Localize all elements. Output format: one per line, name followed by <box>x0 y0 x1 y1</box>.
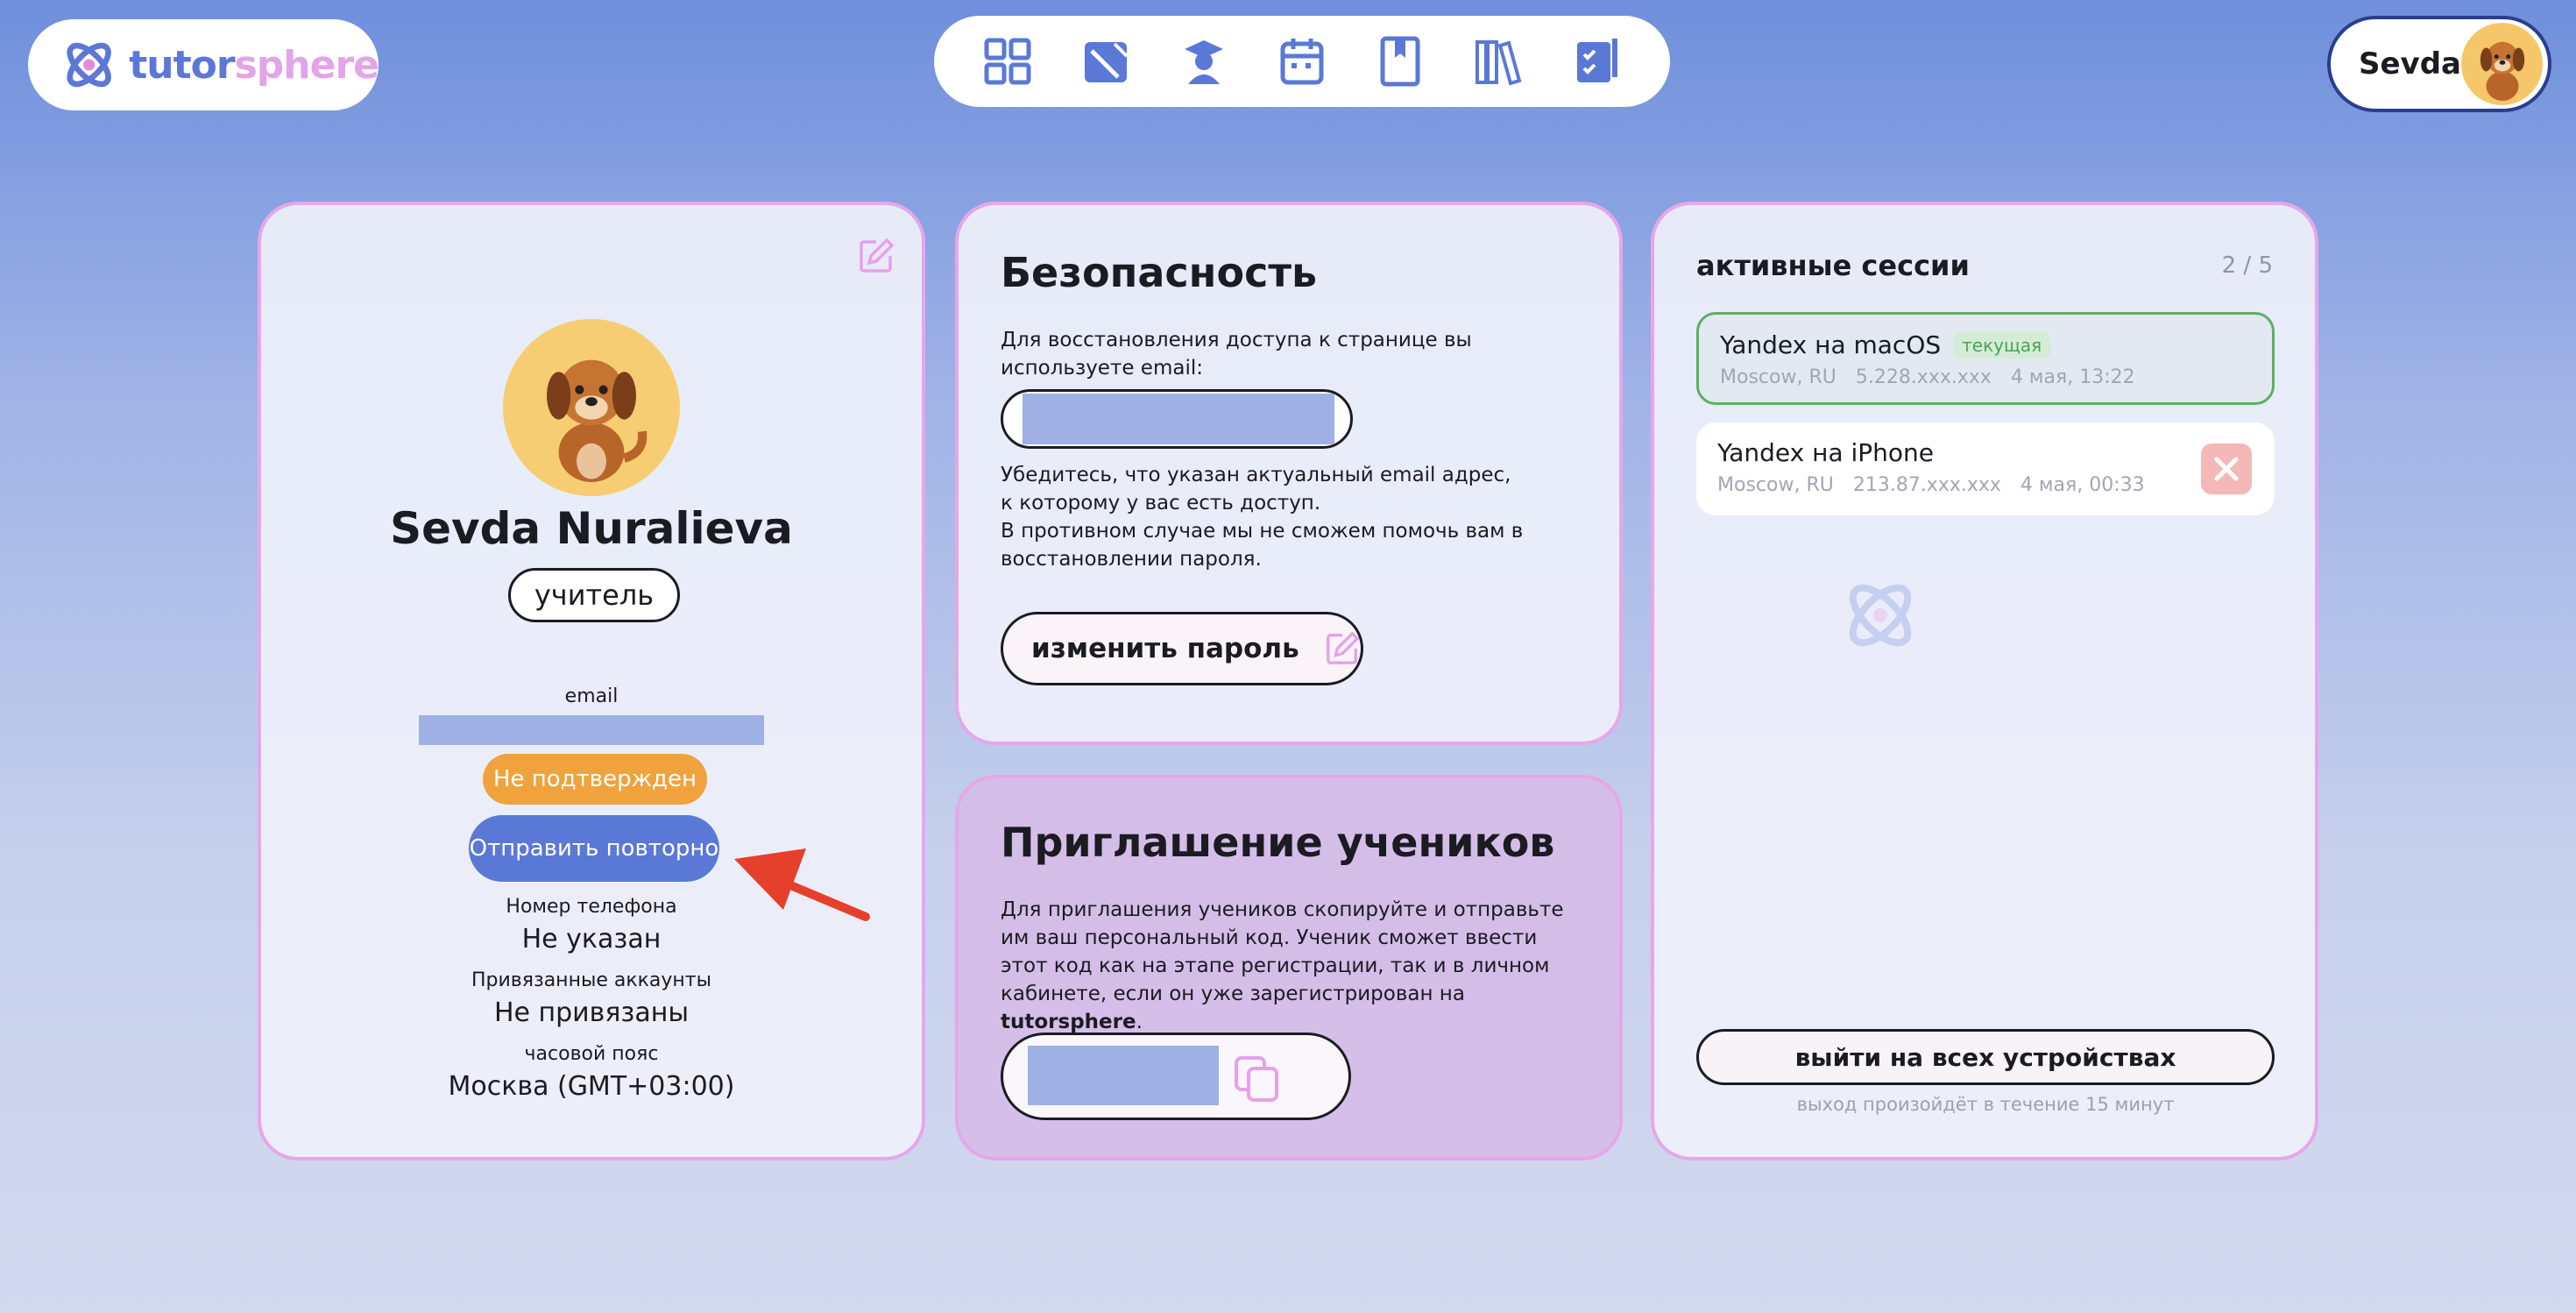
session-name: Yandex на iPhone <box>1717 438 1935 467</box>
profile-name: Sevda Nuralieva <box>390 503 793 554</box>
role-badge: учитель <box>508 568 680 622</box>
change-password-label: изменить пароль <box>1031 633 1299 664</box>
email-value-redacted <box>419 715 764 745</box>
accounts-label: Привязанные аккаунты <box>471 969 711 991</box>
logo-mark-icon <box>67 42 111 88</box>
session-city: Moscow, RU <box>1717 474 1834 496</box>
end-session-button[interactable] <box>2201 444 2252 494</box>
session-item-current: Yandex на macOS текущая Moscow, RU 5.228.x… <box>1696 312 2275 405</box>
bookmark-book-icon[interactable] <box>1374 35 1426 88</box>
timezone-value: Москва (GMT+03:00) <box>448 1071 735 1102</box>
dashboard-grid-icon[interactable] <box>981 35 1034 88</box>
security-warning-1: Убедитесь, что указан актуальный email а… <box>1001 464 1511 515</box>
profile-card: Sevda Nuralieva учитель email Не подтвер… <box>258 202 925 1160</box>
phone-value: Не указан <box>521 924 662 955</box>
change-password-button[interactable]: изменить пароль <box>1001 612 1363 685</box>
timezone-label: часовой пояс <box>524 1043 659 1065</box>
security-warning-2: В противном случае мы не сможем помочь в… <box>1001 520 1524 571</box>
user-name: Sevda <box>2359 46 2461 82</box>
close-icon <box>2214 457 2239 481</box>
annotation-arrow-icon <box>734 848 870 921</box>
copy-icon[interactable] <box>1233 1054 1282 1104</box>
recovery-email-field[interactable] <box>1001 389 1353 449</box>
session-time: 4 мая, 00:33 <box>2020 474 2145 496</box>
invite-brand: tutorsphere <box>1001 1011 1136 1033</box>
security-title: Безопасность <box>1001 249 1318 296</box>
lessons-icon[interactable] <box>1079 35 1132 88</box>
sessions-count: 2 / 5 <box>2221 252 2273 279</box>
dog-avatar-icon <box>2480 41 2524 101</box>
main-nav <box>934 16 1670 107</box>
logo-text: tutorsphere <box>129 42 379 88</box>
resend-button[interactable]: Отправить повторно <box>469 815 719 882</box>
session-name: Yandex на macOS <box>1720 330 1942 359</box>
session-ip: 213.87.xxx.xxx <box>1852 474 2001 496</box>
security-intro: Для восстановления доступа к странице вы… <box>1001 329 1472 380</box>
accounts-value: Не привязаны <box>493 997 690 1028</box>
edit-icon <box>1326 631 1360 664</box>
logout-all-devices-button[interactable]: выйти на всех устройствах <box>1696 1029 2275 1085</box>
invite-title: Приглашение учеников <box>1001 819 1555 866</box>
logout-note: выход произойдёт в течение 15 минут <box>1796 1094 2175 1115</box>
session-item: Yandex на iPhone Moscow, RU 213.87.xxx.xx… <box>1696 422 2275 515</box>
session-ip: 5.228.xxx.xxx <box>1855 366 1992 388</box>
invite-text: Для приглашения учеников скопируйте и от… <box>1001 898 1564 1033</box>
invite-code-redacted <box>1028 1046 1219 1105</box>
homework-icon[interactable] <box>1570 35 1623 88</box>
logo-watermark-icon <box>1849 584 1912 647</box>
invite-card: Приглашение учеников Для приглашения уче… <box>955 775 1623 1160</box>
calendar-icon[interactable] <box>1276 35 1328 88</box>
session-time: 4 мая, 13:22 <box>2010 366 2135 388</box>
email-status-badge: Не подтвержден <box>483 754 707 805</box>
sessions-card: активные сессии 2 / 5 Yandex на macOS тек… <box>1651 202 2318 1160</box>
current-session-badge: текущая <box>1953 331 2051 358</box>
invite-code-field[interactable] <box>1001 1033 1351 1120</box>
avatar <box>2461 23 2543 105</box>
user-menu-button[interactable]: Sevda <box>2327 16 2551 112</box>
logo[interactable]: tutorsphere <box>28 19 379 110</box>
dog-avatar-icon <box>547 359 648 482</box>
phone-label: Номер телефона <box>506 896 677 918</box>
profile-avatar <box>503 319 680 496</box>
email-label: email <box>564 685 619 707</box>
security-card: Безопасность Для восстановления доступа … <box>955 202 1623 745</box>
session-city: Moscow, RU <box>1720 366 1836 388</box>
sessions-title: активные сессии <box>1696 249 1970 282</box>
students-icon[interactable] <box>1178 35 1230 88</box>
edit-profile-icon[interactable] <box>857 237 895 275</box>
library-icon[interactable] <box>1472 35 1525 88</box>
